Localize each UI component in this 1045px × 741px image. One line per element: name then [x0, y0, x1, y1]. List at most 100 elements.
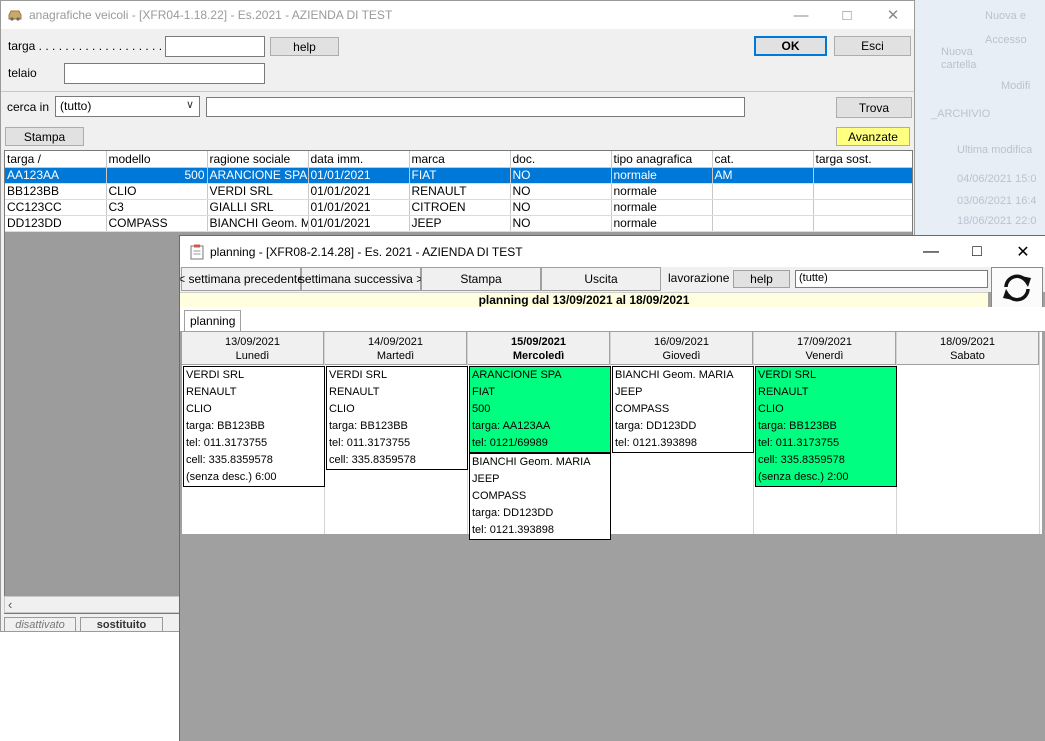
day-name: Giovedì [662, 350, 701, 362]
close-icon[interactable]: ✕ [870, 1, 916, 29]
appointment-line: cell: 335.8359578 [186, 454, 273, 466]
appointment-line: FIAT [472, 386, 496, 398]
day-date: 15/09/2021 [510, 336, 567, 348]
title-bar[interactable]: planning - [XFR08-2.14.28] - Es. 2021 - … [180, 236, 1045, 267]
uscita-button[interactable]: Uscita [541, 267, 661, 291]
lavorazione-label: lavorazione [668, 271, 730, 285]
table-row[interactable]: AA123AA 500 ARANCIONE SPA 01/01/2021 FIA… [5, 167, 912, 184]
avanzate-button[interactable]: Avanzate [836, 127, 910, 146]
targa-input[interactable] [165, 36, 265, 57]
cell-marca: FIAT [409, 167, 511, 184]
ok-button[interactable]: OK [754, 36, 827, 56]
day-column[interactable]: 17/09/2021 Venerdì VERDI SRL RENAULT CLIO tar… [754, 332, 897, 534]
appointment-line: tel: 0121/69989 [472, 437, 548, 449]
cell-data: 01/01/2021 [308, 183, 410, 200]
appointment-line: CLIO [758, 403, 784, 415]
day-column[interactable]: 14/09/2021 Martedì VERDI SRL RENAULT CLIO tar… [325, 332, 468, 534]
cell-cat [712, 199, 814, 216]
status-sostituito: sostituito [80, 617, 163, 632]
cell-marca: CITROEN [409, 199, 511, 216]
column-header[interactable]: tipo anagrafica [611, 151, 713, 168]
appointment-line: VERDI SRL [186, 369, 245, 381]
title-bar[interactable]: anagrafiche veicoli - [XFR04-1.18.22] - … [1, 1, 914, 29]
day-date: 18/09/2021 [939, 336, 996, 348]
table-row[interactable]: CC123CC C3 GIALLI SRL 01/01/2021 CITROEN… [5, 199, 912, 216]
cerca-select[interactable]: (tutto) ∨ [55, 96, 200, 117]
appointment-card[interactable]: BIANCHI Geom. MARIA JEEP COMPASS targa: DD1… [469, 453, 611, 540]
next-week-button[interactable]: settimana successiva > [299, 267, 423, 291]
column-header[interactable]: modello [106, 151, 208, 168]
maximize-icon[interactable]: □ [954, 236, 1000, 267]
cell-ragione: GIALLI SRL [207, 199, 309, 216]
column-header[interactable]: marca [409, 151, 511, 168]
ghost-text: 18/06/2021 22:0 [957, 215, 1037, 227]
search-input[interactable] [206, 97, 745, 117]
appointment-card[interactable]: BIANCHI Geom. MARIA JEEP COMPASS targa: DD1… [612, 366, 754, 453]
horizontal-scrollbar[interactable]: ‹ [4, 596, 182, 613]
appointment-line: VERDI SRL [329, 369, 388, 381]
maximize-icon[interactable]: □ [824, 1, 870, 29]
appointment-line: tel: 0121.393898 [472, 524, 554, 536]
refresh-button[interactable] [991, 267, 1043, 309]
appointment-card[interactable]: ARANCIONE SPA FIAT 500 targa: AA123AA tel: 0… [469, 366, 611, 453]
table-row[interactable]: BB123BB CLIO VERDI SRL 01/01/2021 RENAUL… [5, 183, 912, 200]
appointment-line: COMPASS [472, 490, 527, 502]
cell-ragione: VERDI SRL [207, 183, 309, 200]
appointment-line: tel: 011.3173755 [329, 437, 411, 449]
day-column[interactable]: 13/09/2021 Lunedì VERDI SRL RENAULT CLIO targ… [182, 332, 325, 534]
day-column[interactable]: 16/09/2021 Giovedì BIANCHI Geom. MARIA JEEP… [611, 332, 754, 534]
cell-targa: AA123AA [5, 167, 107, 184]
car-icon [7, 9, 23, 24]
minimize-icon[interactable]: — [778, 1, 824, 29]
appointment-line: VERDI SRL [758, 369, 817, 381]
minimize-icon[interactable]: — [908, 236, 954, 267]
column-header[interactable]: targa / [5, 151, 107, 168]
planning-banner: planning dal 13/09/2021 al 18/09/2021 [180, 292, 988, 307]
table-row[interactable]: DD123DD COMPASS BIANCHI Geom. M 01/01/20… [5, 215, 912, 232]
stampa-button[interactable]: Stampa [5, 127, 84, 146]
day-name: Martedì [376, 350, 415, 362]
lavorazione-input[interactable]: (tutte) [795, 270, 988, 288]
tab-planning[interactable]: planning [184, 310, 242, 331]
close-icon[interactable]: ✕ [1000, 236, 1045, 267]
appointment-line: targa: DD123DD [615, 420, 697, 432]
day-column[interactable]: 15/09/2021 Mercoledì ARANCIONE SPA FIAT 500 t… [468, 332, 611, 540]
week-calendar: 13/09/2021 Lunedì VERDI SRL RENAULT CLIO targ… [181, 331, 1043, 540]
ghost-text: Nuova e [985, 10, 1026, 22]
cell-tipo: normale [611, 199, 713, 216]
column-header[interactable]: data imm. [308, 151, 410, 168]
column-header[interactable]: targa sost. [813, 151, 912, 168]
day-column[interactable]: 18/09/2021 Sabato [897, 332, 1040, 534]
cell-data: 01/01/2021 [308, 215, 410, 232]
help-button[interactable]: help [270, 37, 339, 56]
prev-week-button[interactable]: < settimana precedente [180, 267, 304, 291]
cell-ragione: BIANCHI Geom. M [207, 215, 309, 232]
cell-cat [712, 183, 814, 200]
ghost-text: cartella [941, 59, 977, 71]
appointment-card[interactable]: VERDI SRL RENAULT CLIO targa: BB123BB tel: 0… [183, 366, 325, 487]
appointment-card[interactable]: VERDI SRL RENAULT CLIO targa: BB123BB tel: 0… [326, 366, 468, 470]
column-header[interactable]: ragione sociale [207, 151, 309, 168]
column-header[interactable]: cat. [712, 151, 814, 168]
stampa-button[interactable]: Stampa [421, 267, 541, 291]
appointment-line: targa: BB123BB [758, 420, 837, 432]
appointment-line: targa: BB123BB [329, 420, 408, 432]
day-name: Venerdì [805, 350, 844, 362]
telaio-input[interactable] [64, 63, 265, 84]
help-button[interactable]: help [733, 270, 790, 288]
cell-tipo: normale [611, 183, 713, 200]
esci-button[interactable]: Esci [834, 36, 911, 56]
appointment-line: BIANCHI Geom. MARIA [615, 369, 734, 381]
cell-marca: JEEP [409, 215, 511, 232]
appointment-line: RENAULT [186, 386, 237, 398]
column-header[interactable]: doc. [510, 151, 612, 168]
cell-doc: NO [510, 183, 612, 200]
trova-button[interactable]: Trova [836, 97, 912, 118]
refresh-icon [1003, 274, 1031, 302]
cell-modello: COMPASS [106, 215, 208, 232]
appointment-card[interactable]: VERDI SRL RENAULT CLIO targa: BB123BB tel: 0… [755, 366, 897, 487]
chevron-left-icon[interactable]: ‹ [8, 597, 12, 612]
day-date: 16/09/2021 [653, 336, 710, 348]
ghost-text: Accesso [985, 34, 1027, 46]
day-header: 15/09/2021 Mercoledì [468, 332, 610, 365]
